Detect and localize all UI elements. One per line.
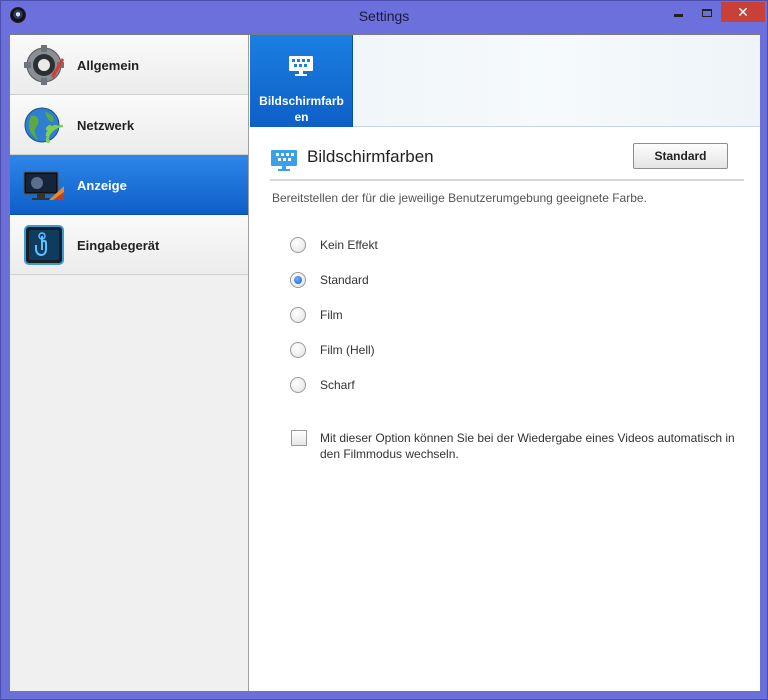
section-divider bbox=[270, 179, 744, 181]
sidebar-item-allgemein[interactable]: Allgemein bbox=[10, 35, 248, 95]
radio-button[interactable] bbox=[290, 307, 306, 323]
settings-window: Settings ✕ Allgemein Netzwerk Anzeige Ei… bbox=[0, 0, 768, 700]
close-button[interactable]: ✕ bbox=[721, 2, 765, 22]
title-bar[interactable]: Settings ✕ bbox=[1, 1, 767, 34]
tab-bildschirmfarben[interactable]: Bildschirmfarben bbox=[250, 35, 353, 127]
sidebar-item-label: Allgemein bbox=[77, 58, 140, 73]
radio-label: Scharf bbox=[320, 378, 355, 392]
maximize-icon bbox=[701, 8, 712, 17]
section-description: Bereitstellen der für die jeweilige Benu… bbox=[272, 191, 647, 205]
filmmodus-checkbox[interactable] bbox=[291, 430, 307, 446]
client-area: Allgemein Netzwerk Anzeige Eingabegerät … bbox=[9, 34, 760, 692]
display-colors-icon bbox=[289, 56, 313, 76]
radio-button[interactable] bbox=[290, 272, 306, 288]
sidebar: Allgemein Netzwerk Anzeige Eingabegerät bbox=[10, 35, 249, 691]
monitor-icon bbox=[23, 171, 64, 200]
radio-label: Kein Effekt bbox=[320, 238, 378, 252]
sidebar-item-eingabegeraet[interactable]: Eingabegerät bbox=[10, 215, 248, 275]
sidebar-item-label: Netzwerk bbox=[77, 118, 135, 133]
maximize-button[interactable] bbox=[693, 2, 720, 22]
radio-label: Film (Hell) bbox=[320, 343, 375, 357]
tab-strip: Bildschirmfarben bbox=[250, 35, 760, 127]
standard-button[interactable]: Standard bbox=[633, 143, 728, 169]
radio-button[interactable] bbox=[290, 377, 306, 393]
window-title: Settings bbox=[358, 8, 410, 24]
radio-label: Standard bbox=[320, 273, 369, 287]
globe-wifi-icon bbox=[24, 107, 64, 143]
touch-icon bbox=[24, 225, 64, 265]
sidebar-item-anzeige[interactable]: Anzeige bbox=[10, 155, 248, 215]
radio-button[interactable] bbox=[290, 342, 306, 358]
sidebar-item-label: Anzeige bbox=[77, 178, 127, 193]
content-pane: Bildschirmfarben Bildschirmfarben Standa… bbox=[250, 35, 760, 691]
tab-label: Bildschirmfarben bbox=[259, 94, 344, 124]
close-icon: ✕ bbox=[737, 4, 749, 20]
section-title: Bildschirmfarben bbox=[307, 147, 434, 166]
radio-button[interactable] bbox=[290, 237, 306, 253]
minimize-icon bbox=[673, 14, 683, 18]
sidebar-item-label: Eingabegerät bbox=[77, 238, 160, 253]
minimize-button[interactable] bbox=[664, 2, 692, 22]
filmmodus-checkbox-label[interactable]: Mit dieser Option können Sie bei der Wie… bbox=[320, 430, 740, 462]
radio-label: Film bbox=[320, 308, 343, 322]
display-colors-icon bbox=[271, 150, 297, 171]
gear-icon bbox=[24, 45, 64, 85]
sidebar-item-netzwerk[interactable]: Netzwerk bbox=[10, 95, 248, 155]
